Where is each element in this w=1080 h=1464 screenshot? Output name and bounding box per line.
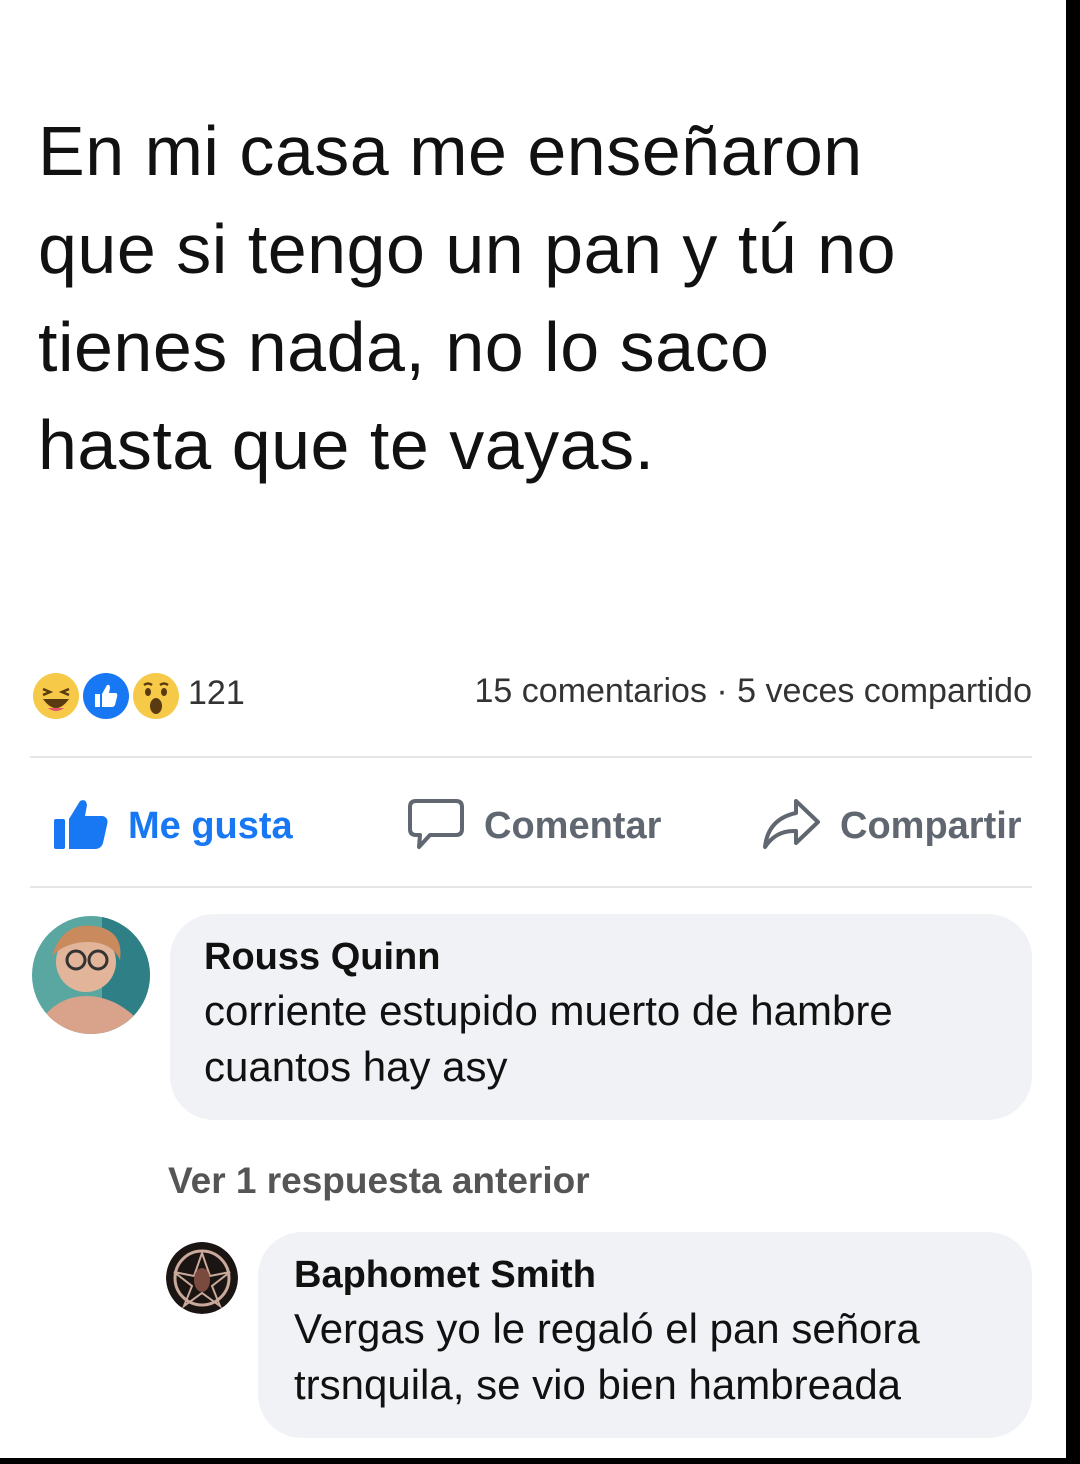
like-icon — [80, 670, 132, 722]
comment-author[interactable]: Baphomet Smith — [294, 1254, 996, 1297]
share-arrow-icon — [760, 795, 822, 858]
comment-button[interactable]: Comentar — [406, 784, 661, 868]
like-label: Me gusta — [128, 804, 293, 847]
post-stats: 121 15 comentarios · 5 veces compartido — [30, 660, 1032, 722]
speech-bubble-icon — [406, 795, 466, 858]
view-previous-replies-link[interactable]: Ver 1 respuesta anterior — [168, 1160, 590, 1202]
comment-label: Comentar — [484, 804, 662, 847]
haha-icon — [30, 670, 82, 722]
post-text: En mi casa me enseñaron que si tengo un … — [38, 112, 897, 484]
reaction-count: 121 — [188, 674, 245, 712]
avatar[interactable] — [166, 1242, 238, 1314]
share-button[interactable]: Compartir — [760, 784, 1022, 868]
post-card: En mi casa me enseñaron que si tengo un … — [0, 0, 1066, 1458]
avatar[interactable] — [32, 916, 150, 1034]
divider — [30, 886, 1032, 888]
share-label: Compartir — [840, 804, 1022, 847]
action-bar: Me gusta Comentar Compartir — [30, 784, 1032, 868]
comment-text: corriente estupido muerto de hambre cuan… — [204, 987, 893, 1090]
comment-bubble: Rouss Quinn corriente estupido muerto de… — [170, 914, 1032, 1120]
like-button[interactable]: Me gusta — [52, 784, 293, 868]
comments-shares-count[interactable]: 15 comentarios · 5 veces compartido — [475, 672, 1032, 711]
comment-author[interactable]: Rouss Quinn — [204, 936, 998, 979]
divider — [30, 756, 1032, 758]
reply-bubble: Baphomet Smith Vergas yo le regaló el pa… — [258, 1232, 1032, 1438]
wow-icon — [130, 670, 182, 722]
thumbs-up-icon — [52, 795, 110, 858]
comment-text: Vergas yo le regaló el pan señora trsnqu… — [294, 1305, 920, 1408]
